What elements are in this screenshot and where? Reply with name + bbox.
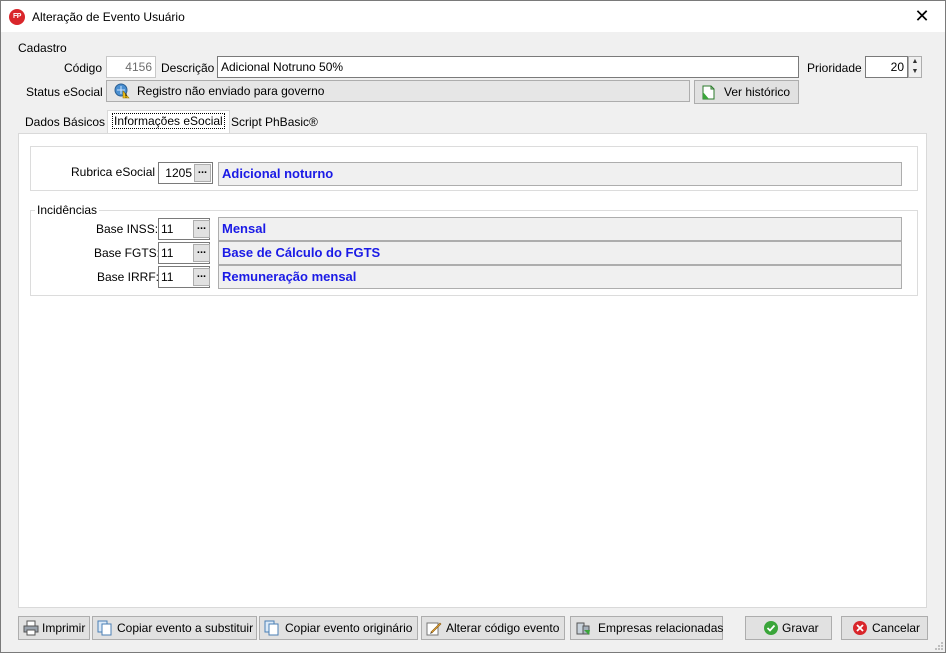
prioridade-label: Prioridade <box>807 61 862 75</box>
history-document-icon <box>702 85 715 100</box>
status-esocial-text: Registro não enviado para governo <box>137 84 325 98</box>
cancelar-label: Cancelar <box>872 621 921 635</box>
window-title: Alteração de Evento Usuário <box>32 10 185 24</box>
tab-script-phbasic-label: Script PhBasic® <box>231 115 318 129</box>
edit-pencil-icon <box>426 622 442 636</box>
alterar-codigo-evento-label: Alterar código evento <box>446 621 560 635</box>
codigo-label: Código <box>64 61 103 75</box>
dialog-window: FP Alteração de Evento Usuário ✕ Cadastr… <box>0 0 946 653</box>
companies-icon <box>576 622 590 635</box>
ver-historico-button[interactable]: Ver histórico <box>694 80 799 104</box>
copiar-evento-substituir-button[interactable]: Copiar evento a substituir <box>92 616 257 640</box>
gravar-label: Gravar <box>782 621 819 635</box>
incidencias-group: Incidências Base INSS: 11 ... Mensal Bas… <box>30 203 918 296</box>
empresas-relacionadas-button[interactable]: Empresas relacionadas <box>570 616 723 640</box>
base-irrf-description: Remuneração mensal <box>218 265 902 289</box>
tab-informacoes-esocial[interactable]: Informações eSocial <box>107 110 230 134</box>
copiar-evento-originario-label: Copiar evento originário <box>285 621 413 635</box>
gravar-button[interactable]: Gravar <box>745 616 832 640</box>
spin-up-icon[interactable]: ▲ <box>909 57 921 67</box>
alterar-codigo-evento-button[interactable]: Alterar código evento <box>421 616 565 640</box>
copy-icon <box>97 620 112 636</box>
printer-icon <box>23 620 39 636</box>
incidencias-group-label: Incidências <box>35 203 100 217</box>
copy-icon <box>264 620 279 636</box>
app-logo-icon: FP <box>9 9 25 25</box>
codigo-field[interactable]: 4156 <box>106 56 156 78</box>
base-fgts-lookup-button[interactable]: ... <box>193 244 210 262</box>
descricao-input[interactable]: Adicional Notruno 50% <box>217 56 799 78</box>
checkmark-icon <box>764 621 778 635</box>
close-button[interactable]: ✕ <box>899 1 945 32</box>
tab-panel-informacoes-esocial: Rubrica eSocial 1205 ... Adicional notur… <box>18 133 927 608</box>
imprimir-label: Imprimir <box>42 621 86 635</box>
cancel-icon <box>853 621 867 635</box>
rubrica-lookup-button[interactable]: ... <box>194 164 211 182</box>
base-inss-lookup-button[interactable]: ... <box>193 220 210 238</box>
status-esocial-field: Registro não enviado para governo <box>106 80 690 102</box>
base-irrf-label: Base IRRF: <box>97 270 160 284</box>
prioridade-spinner[interactable]: ▲ ▼ <box>908 56 922 78</box>
rubrica-esocial-label: Rubrica eSocial <box>71 165 156 179</box>
prioridade-input[interactable]: 20 <box>865 56 908 78</box>
imprimir-button[interactable]: Imprimir <box>18 616 90 640</box>
status-esocial-label: Status eSocial <box>26 85 103 99</box>
spin-down-icon[interactable]: ▼ <box>909 67 921 77</box>
cancelar-button[interactable]: Cancelar <box>841 616 928 640</box>
resize-grip-icon[interactable] <box>934 641 944 651</box>
base-fgts-label: Base FGTS: <box>94 246 161 260</box>
base-inss-label: Base INSS: <box>96 222 159 236</box>
rubrica-group: Rubrica eSocial 1205 ... Adicional notur… <box>30 146 918 191</box>
base-inss-description: Mensal <box>218 217 902 241</box>
status-warning-icon <box>114 83 130 99</box>
empresas-relacionadas-label: Empresas relacionadas <box>598 621 724 635</box>
tab-dados-basicos[interactable]: Dados Básicos <box>21 112 109 134</box>
rubrica-description: Adicional noturno <box>218 162 902 186</box>
ver-historico-label: Ver histórico <box>724 85 791 99</box>
copiar-evento-originario-button[interactable]: Copiar evento originário <box>259 616 418 640</box>
base-irrf-lookup-button[interactable]: ... <box>193 268 210 286</box>
title-bar: FP Alteração de Evento Usuário ✕ <box>1 1 945 32</box>
cadastro-group-label: Cadastro <box>18 41 67 55</box>
tab-informacoes-esocial-label: Informações eSocial <box>112 113 225 129</box>
copiar-evento-substituir-label: Copiar evento a substituir <box>117 621 254 635</box>
tab-script-phbasic[interactable]: Script PhBasic® <box>227 112 322 134</box>
descricao-label: Descrição <box>161 61 215 75</box>
tab-dados-basicos-label: Dados Básicos <box>25 115 106 129</box>
base-fgts-description: Base de Cálculo do FGTS <box>218 241 902 265</box>
